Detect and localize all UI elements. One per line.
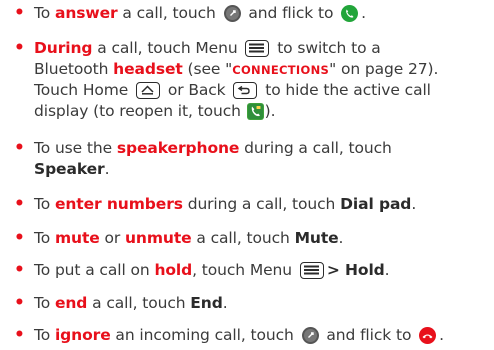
bullet-mark: • [14,3,25,23]
hold-option: > Hold [326,261,385,279]
bullet-mark: • [14,38,25,58]
bullet-during-call: • During a call, touch Menu to switch to… [14,38,439,120]
keyword-during: During [34,39,93,57]
bullet-mark: • [14,194,25,214]
bullet-mark: • [14,325,25,345]
menu-key-icon [245,40,270,57]
bullet-mark: • [14,260,25,280]
bullet-mark: • [14,293,25,313]
slider-handle-icon [223,5,241,22]
keyword-headset: headset [113,60,183,78]
back-key-icon [233,82,258,99]
dial-pad-option: Dial pad [340,195,412,213]
keyword-unmute: unmute [124,229,192,247]
menu-key-icon [299,262,324,279]
call-instructions-page: • To answer a call, touch and flick to .… [0,0,494,347]
answer-green-icon [341,5,359,22]
keyword-mute: mute [54,229,100,247]
mute-option: Mute [294,229,339,247]
keyword-ignore: ignore [54,326,111,344]
keyword-hold: hold [154,261,193,279]
home-key-icon [136,82,161,99]
keyword-speakerphone: speakerphone [116,139,240,157]
bullet-speakerphone: • To use the speakerphone during a call,… [14,138,392,178]
active-call-icon [246,103,264,120]
connections-reference: CONNECTIONS [232,63,330,77]
keyword-enter-numbers: enter numbers [54,195,183,213]
ignore-red-icon [419,327,437,344]
end-option: End [190,294,223,312]
bullet-mark: • [14,138,25,158]
slider-handle-icon [301,327,319,344]
speaker-option: Speaker [34,160,105,178]
keyword-answer: answer [54,4,118,22]
bullet-mark: • [14,228,25,248]
keyword-end: end [54,294,88,312]
